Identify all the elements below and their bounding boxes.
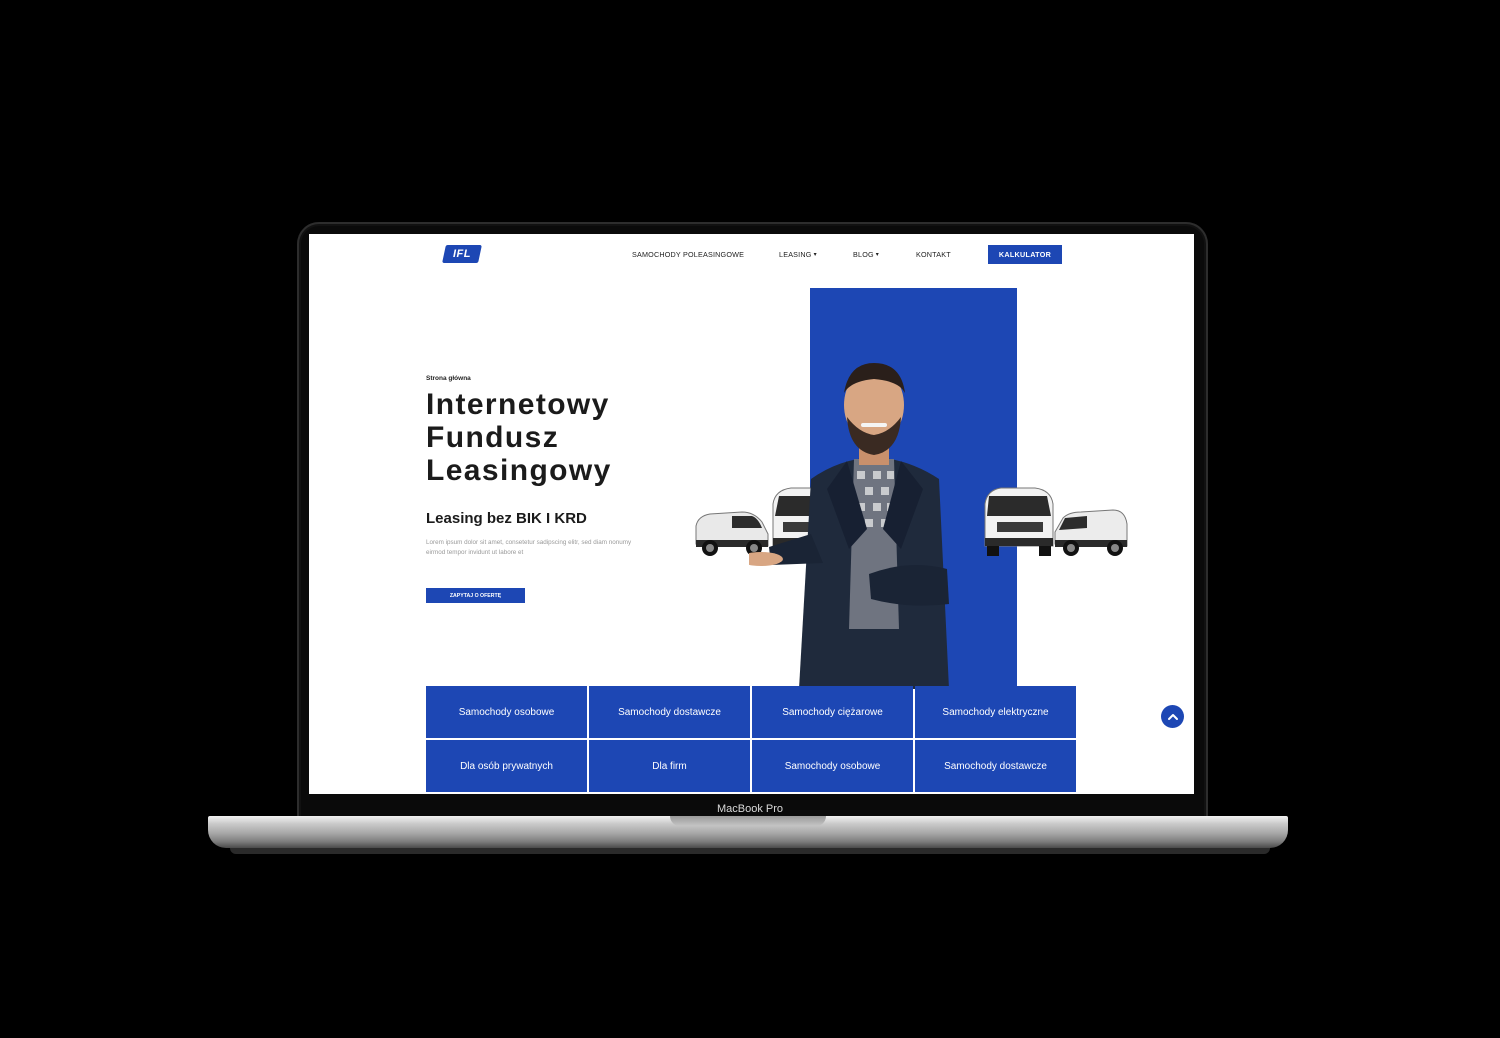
nav-item-leasing[interactable]: LEASING ▾	[779, 250, 817, 259]
nav-item-samochody-poleasingowe[interactable]: SAMOCHODY POLEASINGOWE	[632, 250, 744, 259]
logo-text: IFL	[453, 248, 471, 260]
van-image-right-2	[1054, 509, 1128, 556]
breadcrumb[interactable]: Strona główna	[426, 375, 471, 382]
category-tiles: Samochody osobowe Samochody dostawcze Sa…	[426, 686, 1076, 794]
kalkulator-button[interactable]: KALKULATOR	[988, 245, 1062, 264]
tile-samochody-dostawcze-2[interactable]: Samochody dostawcze	[915, 740, 1076, 792]
nav-item-blog[interactable]: BLOG ▾	[853, 250, 879, 259]
tile-samochody-osobowe[interactable]: Samochody osobowe	[426, 686, 587, 738]
device-model-label: MacBook Pro	[716, 803, 784, 815]
hero-description: Lorem ipsum dolor sit amet, consetetur s…	[426, 539, 632, 556]
businessman-image	[749, 363, 949, 689]
laptop-base-shadow	[230, 848, 1270, 854]
top-navigation: IFL SAMOCHODY POLEASINGOWE LEASING ▾ BLOG…	[309, 234, 1194, 276]
laptop-base	[208, 816, 1288, 848]
nav-item-label: BLOG	[853, 250, 874, 259]
tile-samochody-dostawcze[interactable]: Samochody dostawcze	[589, 686, 750, 738]
caret-down-icon: ▾	[875, 252, 879, 258]
caret-down-icon: ▾	[813, 252, 817, 258]
site-logo[interactable]: IFL	[442, 245, 482, 263]
scroll-to-top-button[interactable]	[1161, 705, 1184, 728]
tile-samochody-elektryczne[interactable]: Samochody elektryczne	[915, 686, 1076, 738]
tile-dla-firm[interactable]: Dla firm	[589, 740, 750, 792]
nav-item-label: KONTAKT	[916, 250, 951, 259]
request-offer-button[interactable]: ZAPYTAJ O OFERTĘ	[426, 588, 525, 603]
tile-samochody-ciezarowe[interactable]: Samochody ciężarowe	[752, 686, 913, 738]
tile-dla-osob-prywatnych[interactable]: Dla osób prywatnych	[426, 740, 587, 792]
tile-samochody-osobowe-2[interactable]: Samochody osobowe	[752, 740, 913, 792]
chevron-up-icon	[1167, 713, 1178, 720]
nav-item-label: SAMOCHODY POLEASINGOWE	[632, 250, 745, 259]
laptop-notch	[670, 816, 826, 826]
nav-item-label: LEASING	[779, 250, 812, 259]
nav-item-kontakt[interactable]: KONTAKT	[916, 250, 951, 259]
hero-title: Internetowy Fundusz Leasingowy	[426, 388, 612, 487]
website-screen: IFL SAMOCHODY POLEASINGOWE LEASING ▾ BLOG…	[309, 234, 1194, 794]
hero-subtitle: Leasing bez BIK I KRD	[426, 510, 587, 527]
